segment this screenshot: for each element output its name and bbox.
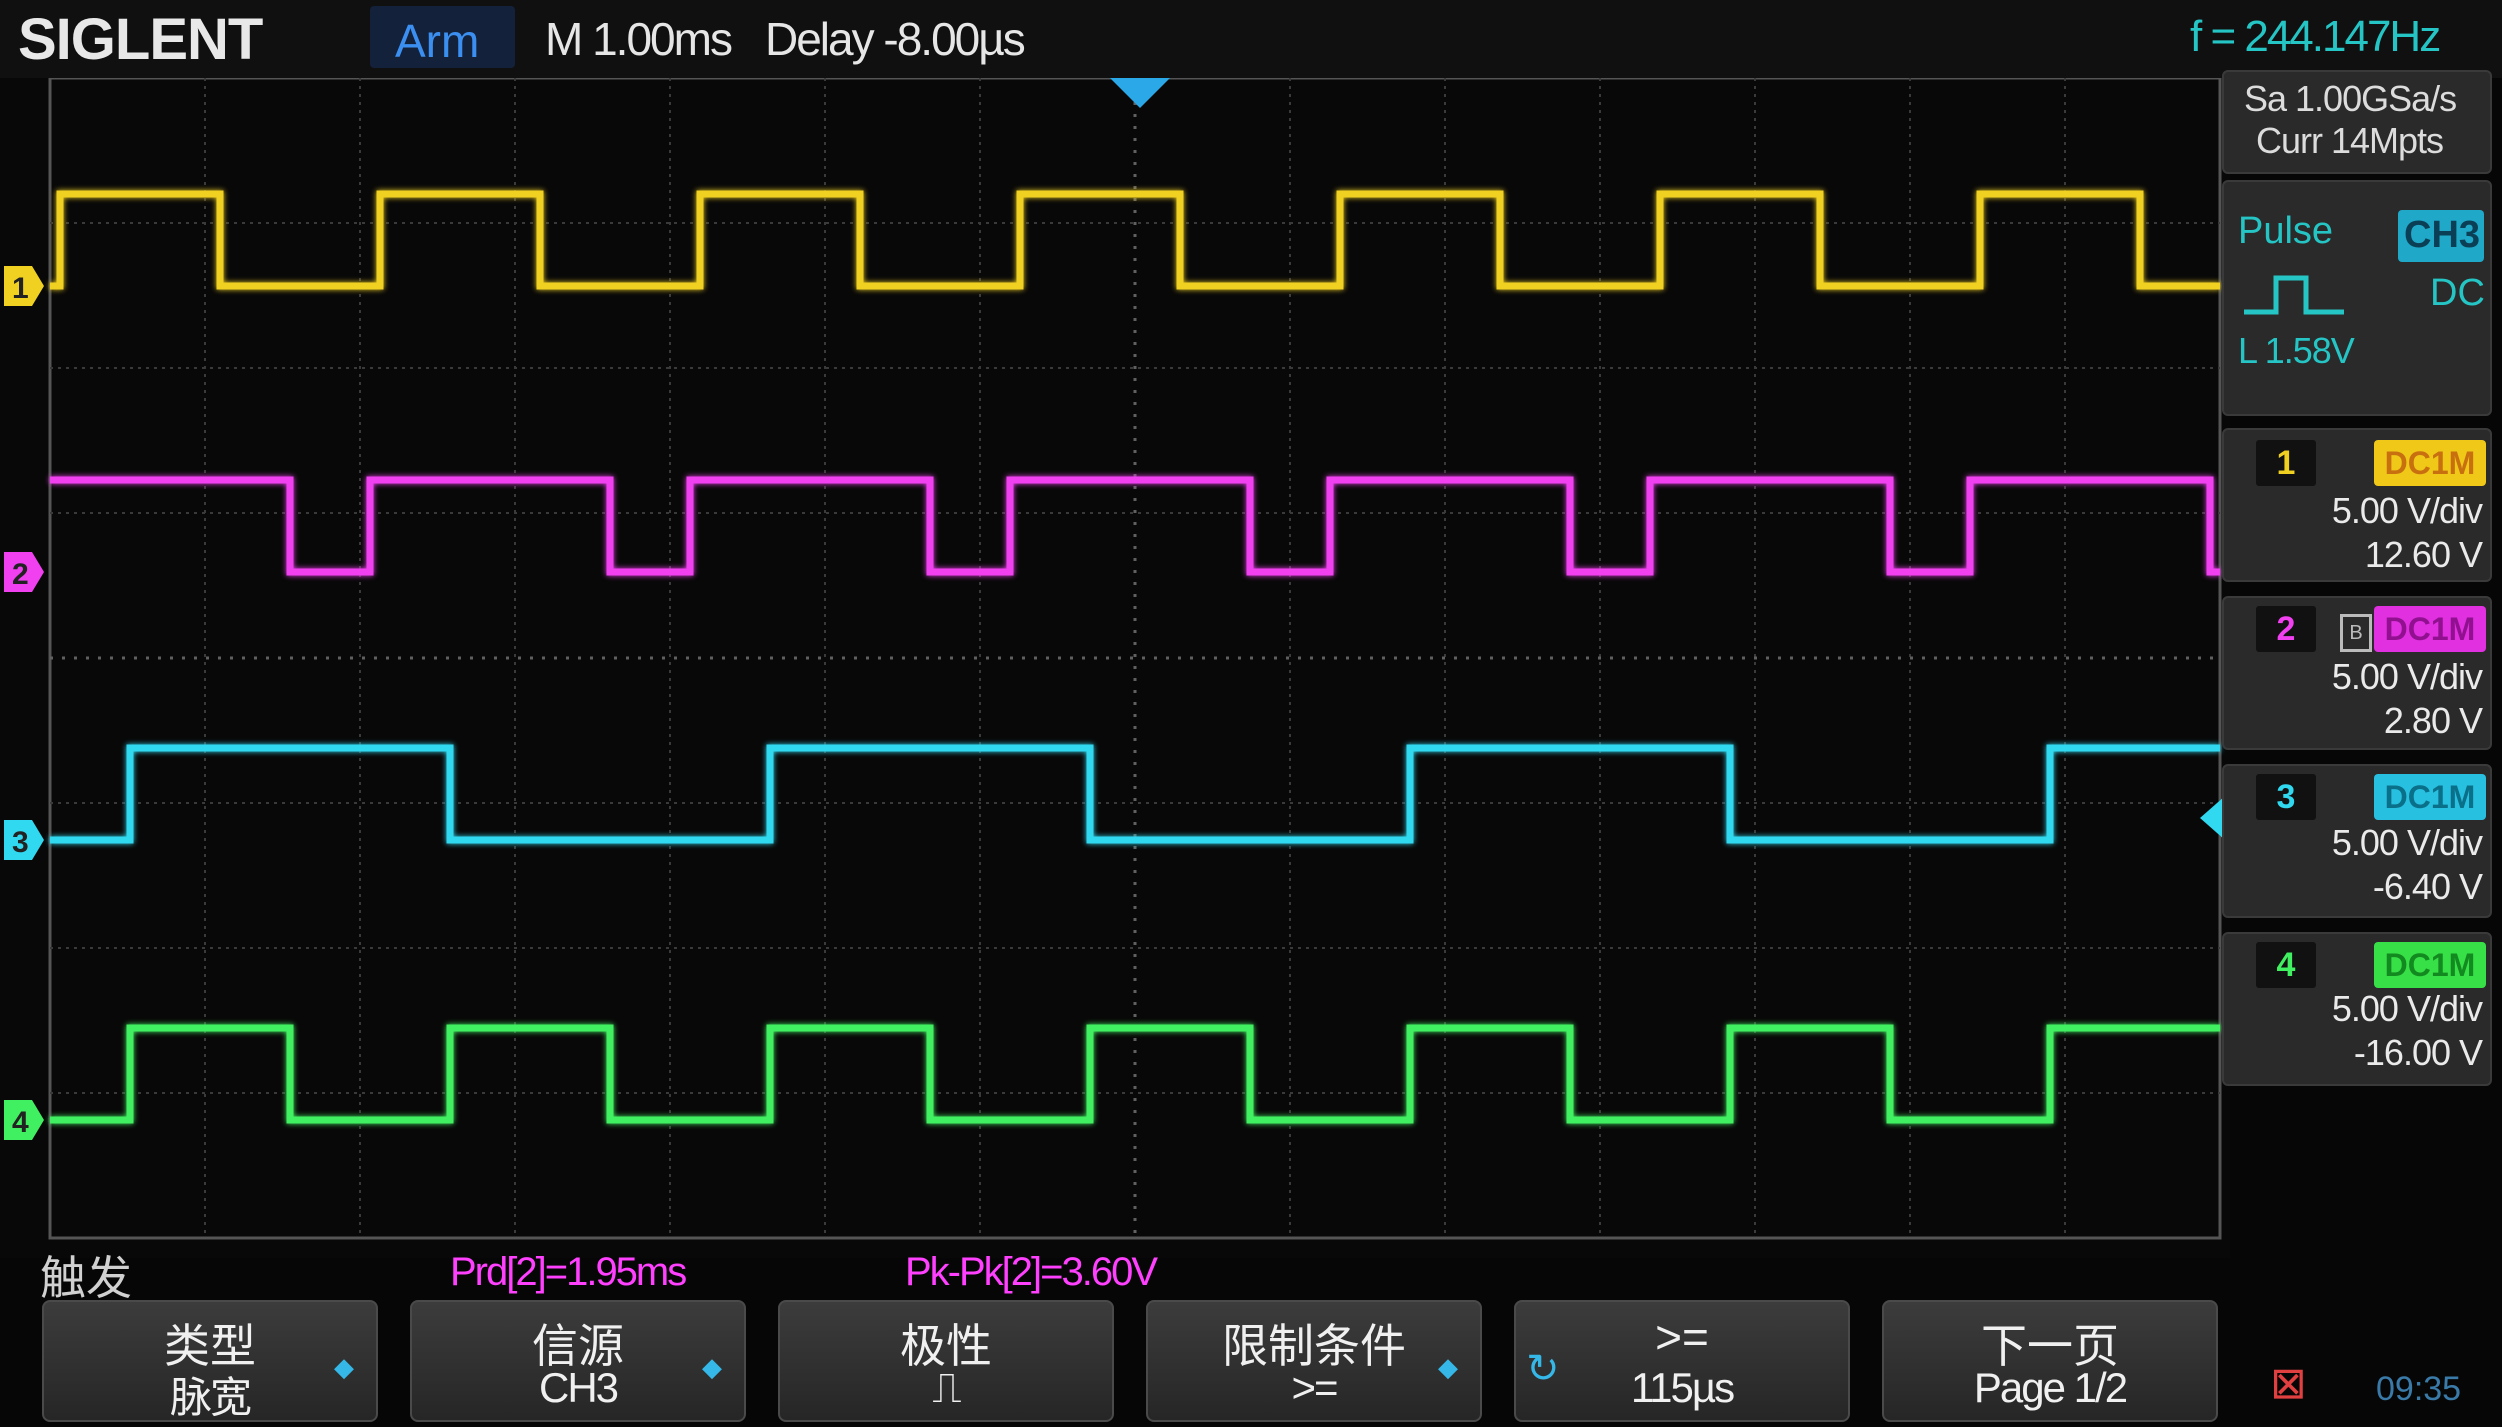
memory-depth: Curr 14Mpts (2256, 120, 2444, 161)
trigger-level: L 1.58V (2238, 330, 2355, 371)
softkey-width-condition: >= (1655, 1311, 1709, 1363)
pulse-polarity-icon (2244, 275, 2344, 315)
channel-4-number: 4 (2256, 942, 2316, 988)
clock: 09:35 (2376, 1370, 2462, 1408)
channel-3-coupling: DC1M (2374, 774, 2486, 820)
channel-1-number: 1 (2256, 440, 2316, 486)
trigger-source: CH3 (2404, 214, 2481, 256)
softkey-width-time: 115µs (1630, 1364, 1735, 1411)
channel-2-scale: 5.00 V/div (2331, 656, 2483, 697)
brand-logo: SIGLENT (18, 7, 263, 72)
channel-2-coupling: DC1M (2374, 606, 2486, 652)
sample-rate: Sa 1.00GSa/s (2244, 78, 2457, 119)
network-disconnected-icon: ⊠ (2270, 1359, 2307, 1408)
channel-3-scale: 5.00 V/div (2331, 822, 2483, 863)
softkey-source-value: CH3 (538, 1364, 619, 1411)
submenu-arrow-icon: ◆ (1438, 1352, 1458, 1382)
softkey-next-page[interactable]: 下一页 Page 1/2 (1882, 1300, 2218, 1422)
measurement-pk-pk: Pk-Pk[2]=3.60V (905, 1250, 1158, 1294)
channel-2-offset: 2.80 V (2383, 700, 2483, 741)
channel-3-number: 3 (2256, 774, 2316, 820)
bandwidth-limit-icon: B (2340, 614, 2372, 652)
waveform-display[interactable]: 1 2 3 4 (0, 78, 2230, 1258)
channel-4-offset: -16.00 V (2353, 1032, 2483, 1073)
channel-1-offset: 12.60 V (2364, 534, 2483, 575)
channel-3-offset: -6.40 V (2372, 866, 2483, 907)
softkey-type[interactable]: 类型 脉宽 ◆ (42, 1300, 378, 1422)
channel-1-coupling: DC1M (2374, 440, 2486, 486)
channel-4-scale: 5.00 V/div (2331, 988, 2483, 1029)
softkey-page-indicator: Page 1/2 (1973, 1364, 2128, 1411)
timebase-readout[interactable]: M 1.00ms (545, 12, 733, 66)
channel-3-marker-label: 3 (12, 826, 29, 859)
softkey-limit-value: >= (1291, 1364, 1338, 1411)
channel-2-number: 2 (2256, 606, 2316, 652)
softkey-source[interactable]: 信源 CH3 ◆ (410, 1300, 746, 1422)
trigger-coupling: DC (2430, 272, 2485, 314)
delay-readout[interactable]: Delay -8.00µs (765, 12, 1026, 66)
channel-1-marker-label: 1 (12, 272, 29, 305)
submenu-arrow-icon: ◆ (702, 1352, 722, 1382)
submenu-arrow-icon: ◆ (334, 1352, 354, 1382)
softkey-width-value[interactable]: ↻ >= 115µs (1514, 1300, 1850, 1422)
channel-4-marker-label: 4 (12, 1106, 29, 1139)
channel-1-scale: 5.00 V/div (2331, 490, 2483, 531)
softkey-type-value: 脉宽 (169, 1374, 252, 1421)
positive-pulse-icon: ⎍ (932, 1364, 961, 1411)
channel-4-coupling: DC1M (2374, 942, 2486, 988)
measurement-period: Prd[2]=1.95ms (450, 1250, 687, 1294)
run-state-label: Arm (395, 15, 480, 67)
softkey-polarity[interactable]: 极性 ⎍ (778, 1300, 1114, 1422)
channel-2-marker-label: 2 (12, 558, 29, 591)
softkey-limit-condition[interactable]: 限制条件 >= ◆ (1146, 1300, 1482, 1422)
frequency-counter: f = 244.147Hz (2190, 12, 2441, 61)
trigger-type: Pulse (2238, 210, 2334, 252)
menu-title: 触发 (40, 1252, 132, 1304)
